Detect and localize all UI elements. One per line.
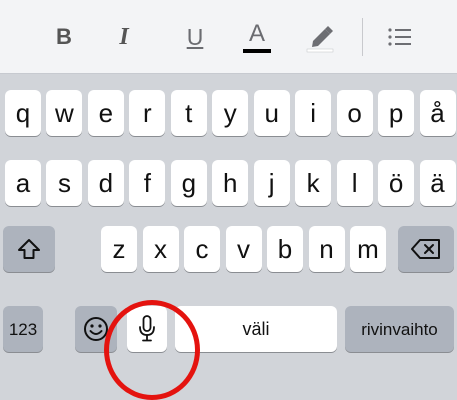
letter-key-label: z	[112, 234, 126, 264]
space-key-label: väli	[242, 319, 270, 339]
bold-icon: B	[56, 24, 72, 49]
delete-key[interactable]	[398, 226, 454, 272]
letter-key-label: m	[357, 234, 379, 264]
italic-button[interactable]: I	[104, 20, 144, 54]
letter-key-label: h	[223, 168, 238, 198]
toolbar-separator	[362, 18, 363, 56]
letter-key[interactable]: j	[253, 160, 290, 206]
backspace-icon	[411, 239, 440, 259]
letter-key-label: f	[143, 168, 151, 198]
formatting-toolbar: B I U A	[0, 0, 457, 74]
emoji-icon	[84, 317, 108, 341]
letter-key[interactable]: d	[87, 160, 124, 206]
return-key[interactable]: rivinvaihto	[345, 306, 454, 352]
letter-key[interactable]: x	[142, 226, 179, 272]
highlighter-icon	[306, 26, 334, 53]
list-icon	[388, 28, 411, 46]
italic-icon: I	[119, 23, 129, 50]
letter-key-label: i	[310, 98, 317, 128]
text-color-icon: A	[248, 19, 265, 47]
letter-key[interactable]: c	[184, 226, 220, 272]
letter-key-label: ä	[430, 168, 445, 198]
letter-key-label: ö	[388, 168, 404, 198]
letter-key-label: g	[181, 168, 197, 198]
letter-key[interactable]: b	[267, 226, 303, 272]
letter-key-label: c	[195, 234, 209, 264]
letter-key-label: p	[388, 98, 404, 128]
letter-key-label: o	[347, 98, 362, 128]
letter-key-label: r	[143, 98, 152, 128]
letter-key[interactable]: s	[46, 160, 83, 206]
letter-key-label: å	[430, 98, 445, 128]
bold-button[interactable]: B	[44, 20, 84, 54]
letter-key[interactable]: p	[378, 90, 415, 136]
letter-key[interactable]: ö	[378, 160, 415, 206]
text-color-swatch	[243, 48, 271, 53]
letter-key[interactable]: q	[5, 90, 41, 136]
letter-key-label: s	[57, 168, 71, 198]
letter-key[interactable]: o	[336, 90, 373, 136]
letter-key[interactable]: a	[5, 160, 41, 206]
letter-key[interactable]: w	[46, 90, 83, 136]
return-key-label: rivinvaihto	[361, 319, 438, 339]
underline-icon: U	[186, 23, 204, 50]
numbers-key[interactable]: 123	[3, 306, 43, 352]
letter-key[interactable]: u	[253, 90, 290, 136]
letter-key-label: x	[154, 234, 167, 264]
letter-key-label: y	[223, 98, 237, 128]
letter-key[interactable]: m	[350, 226, 386, 272]
letter-key-label: j	[268, 168, 275, 198]
letter-key-label: v	[237, 234, 250, 264]
letter-key[interactable]: f	[129, 160, 166, 206]
letter-key[interactable]: r	[129, 90, 166, 136]
space-key[interactable]: väli	[175, 306, 337, 352]
letter-key[interactable]: z	[101, 226, 137, 272]
letter-key[interactable]: k	[295, 160, 332, 206]
microphone-icon	[139, 315, 155, 342]
letter-key-label: e	[98, 98, 114, 128]
underline-button[interactable]: U	[175, 20, 215, 54]
letter-key[interactable]: y	[212, 90, 249, 136]
letter-key[interactable]: ä	[419, 160, 456, 206]
letter-key-label: q	[15, 98, 31, 128]
highlight-button[interactable]	[300, 20, 340, 54]
letter-key-label: b	[277, 234, 293, 264]
letter-key[interactable]: g	[170, 160, 207, 206]
letter-key-label: n	[319, 234, 334, 264]
letter-key-label: u	[264, 98, 279, 128]
letter-key-label: t	[185, 98, 193, 128]
letter-key-label: l	[351, 168, 358, 198]
letter-key-label: w	[55, 98, 74, 128]
letter-key[interactable]: n	[308, 226, 345, 272]
letter-key-label: d	[98, 168, 114, 198]
emoji-key[interactable]	[75, 306, 117, 352]
letter-key[interactable]: t	[170, 90, 207, 136]
letter-key-label: k	[306, 168, 320, 198]
shift-icon	[18, 239, 40, 259]
shift-key[interactable]	[3, 226, 55, 272]
list-button[interactable]	[380, 20, 420, 54]
dictation-key[interactable]	[127, 306, 167, 352]
letter-key[interactable]: å	[419, 90, 456, 136]
keyboard: qwer tyu iopå asdfghj k löä zxcvbnm 123 väli	[0, 74, 457, 354]
letter-key[interactable]: h	[212, 160, 249, 206]
letter-key[interactable]: v	[225, 226, 262, 272]
letter-key-label: a	[15, 168, 31, 198]
letter-key[interactable]: i	[295, 90, 332, 136]
letter-key[interactable]: e	[87, 90, 124, 136]
text-color-button[interactable]: A	[237, 20, 277, 54]
letter-key[interactable]: l	[336, 160, 373, 206]
numbers-key-label: 123	[8, 319, 38, 339]
